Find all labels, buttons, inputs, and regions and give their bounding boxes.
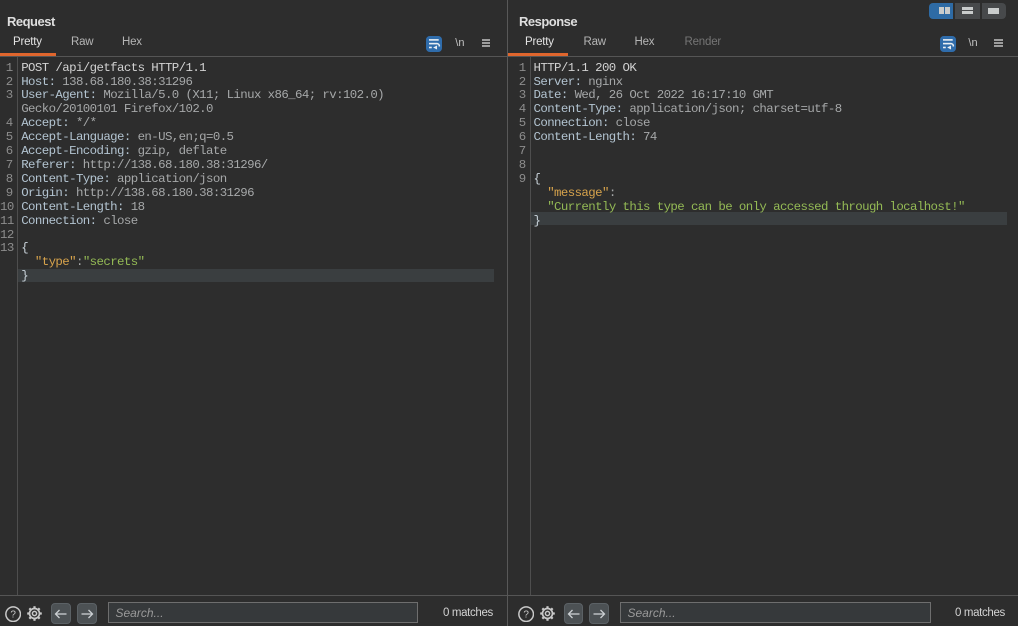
svg-text:?: ? [523,609,529,620]
svg-text:?: ? [10,610,16,621]
